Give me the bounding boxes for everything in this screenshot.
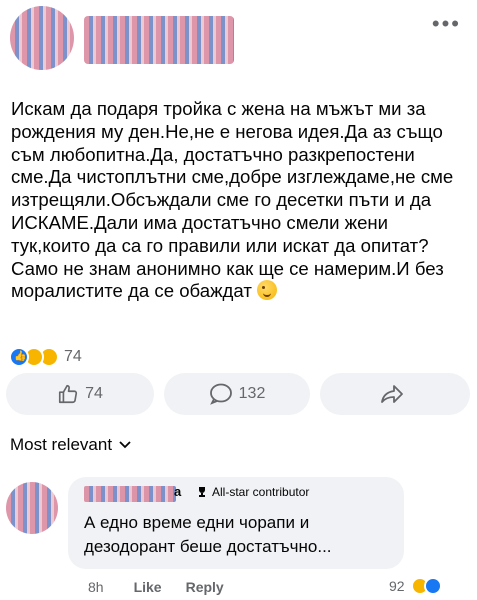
post-body: Искам да подаря тройка с жена на мъжът м… bbox=[11, 98, 469, 303]
comment-sort-dropdown[interactable]: Most relevant bbox=[10, 435, 132, 455]
comment-button[interactable]: 132 bbox=[164, 373, 310, 415]
commenter-name-censored[interactable] bbox=[84, 486, 176, 502]
comment-count: 132 bbox=[238, 385, 266, 402]
comment-reactions[interactable]: 92 bbox=[389, 577, 442, 595]
comment-actions: 8h Like Reply bbox=[88, 579, 224, 595]
share-arrow-icon bbox=[381, 385, 403, 403]
trophy-icon bbox=[199, 487, 205, 497]
share-button[interactable] bbox=[320, 373, 470, 415]
comment-bubble: a All-star contributor А едно време едни… bbox=[68, 477, 404, 569]
sort-label: Most relevant bbox=[10, 435, 113, 454]
like-reaction-icon bbox=[423, 577, 442, 595]
comment-bubble-icon bbox=[209, 383, 232, 405]
like-count: 74 bbox=[85, 385, 103, 402]
comment-reactions-count: 92 bbox=[389, 578, 405, 594]
contributor-badge: All-star contributor bbox=[196, 485, 309, 499]
reactions-count: 74 bbox=[64, 348, 82, 365]
author-name-censored[interactable] bbox=[84, 16, 234, 64]
comment-text: А едно време едни чорапи и дезодорант бе… bbox=[84, 513, 332, 556]
commenter-avatar-censored[interactable] bbox=[6, 482, 58, 534]
commenter-name-tail[interactable]: a bbox=[174, 484, 181, 499]
wink-emoji-icon bbox=[257, 280, 278, 301]
post-reactions-summary[interactable]: 74 bbox=[9, 346, 82, 368]
thumbs-up-icon bbox=[59, 384, 78, 404]
post-text: Искам да подаря тройка с жена на мъжът м… bbox=[11, 98, 454, 302]
chevron-down-icon bbox=[119, 441, 131, 449]
author-avatar-censored[interactable] bbox=[10, 6, 74, 70]
comment-like-button[interactable]: Like bbox=[134, 579, 162, 595]
like-button[interactable]: 74 bbox=[6, 373, 154, 415]
comment-timestamp[interactable]: 8h bbox=[88, 579, 104, 595]
badge-label: All-star contributor bbox=[212, 485, 310, 499]
post-header: ••• bbox=[0, 0, 477, 86]
like-reaction-icon bbox=[9, 347, 29, 367]
more-options-icon[interactable]: ••• bbox=[432, 13, 461, 35]
comment-reply-button[interactable]: Reply bbox=[186, 579, 224, 595]
